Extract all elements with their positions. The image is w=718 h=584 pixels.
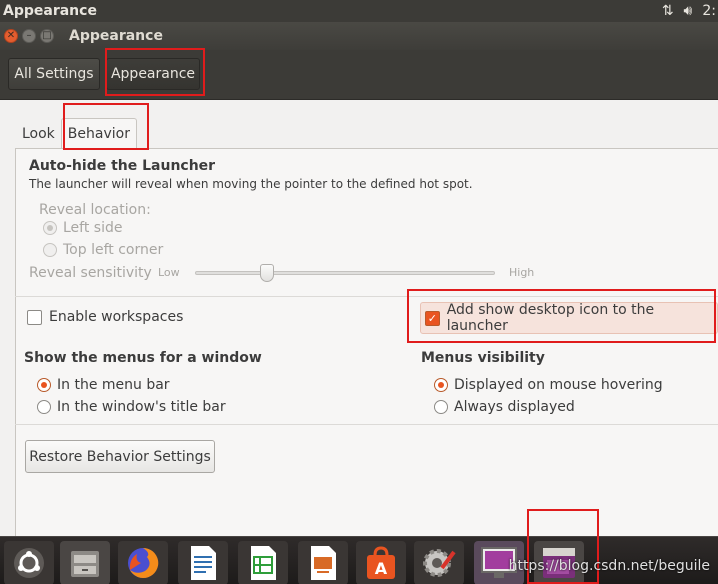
restore-behavior-button[interactable]: Restore Behavior Settings	[25, 440, 215, 473]
visibility-hovering-label: Displayed on mouse hovering	[454, 377, 663, 393]
visibility-always-label: Always displayed	[454, 399, 575, 415]
show-desktop-icon-option[interactable]: ✓ Add show desktop icon to the launcher	[420, 302, 718, 334]
firefox-icon[interactable]	[118, 541, 168, 584]
divider	[15, 424, 718, 425]
reveal-top-left-label: Top left corner	[63, 242, 164, 258]
sensitivity-high-label: High	[509, 266, 535, 279]
tab-bar: Look Behavior	[16, 118, 137, 148]
indicators: ⇅ 🔊︎ 2:	[662, 0, 718, 22]
top-panel-app-title: Appearance	[3, 3, 97, 19]
sensitivity-low-label: Low	[158, 266, 180, 279]
clock[interactable]: 2:	[702, 3, 716, 19]
reveal-top-left[interactable]: Top left corner	[43, 242, 163, 258]
ubuntu-dash-icon[interactable]	[4, 541, 54, 584]
divider	[15, 296, 718, 297]
all-settings-button[interactable]: All Settings	[8, 58, 100, 90]
enable-workspaces[interactable]: Enable workspaces	[27, 309, 183, 325]
menus-title-bar-label: In the window's title bar	[57, 399, 226, 415]
close-icon[interactable]: ✕	[4, 29, 18, 43]
watermark: https://blog.csdn.net/beguile	[508, 558, 710, 574]
impress-icon[interactable]	[298, 541, 348, 584]
tab-behavior[interactable]: Behavior	[60, 118, 137, 148]
network-icon[interactable]: ⇅	[662, 3, 674, 19]
autohide-description: The launcher will reveal when moving the…	[29, 177, 473, 191]
sensitivity-slider-handle[interactable]	[260, 264, 274, 282]
minimize-icon[interactable]: –	[22, 29, 36, 43]
visibility-always[interactable]: Always displayed	[434, 399, 575, 415]
radio-always[interactable]	[434, 400, 448, 414]
radio-top-left[interactable]	[43, 243, 57, 257]
system-settings-icon[interactable]	[414, 541, 464, 584]
maximize-icon[interactable]: □	[40, 29, 54, 43]
sensitivity-slider-track[interactable]	[195, 271, 495, 275]
menus-title: Show the menus for a window	[24, 350, 262, 366]
svg-text:A: A	[375, 559, 388, 578]
radio-left-side[interactable]	[43, 221, 57, 235]
reveal-left-side[interactable]: Left side	[43, 220, 122, 236]
radio-hovering[interactable]	[434, 378, 448, 392]
workspaces-label: Enable workspaces	[49, 309, 184, 325]
menus-in-title-bar[interactable]: In the window's title bar	[37, 399, 226, 415]
tab-look[interactable]: Look	[16, 120, 61, 148]
window-title: Appearance	[69, 28, 163, 44]
menus-menu-bar-label: In the menu bar	[57, 377, 170, 393]
toolbar: All Settings Appearance	[0, 50, 718, 100]
desktop-icon-label: Add show desktop icon to the launcher	[446, 302, 655, 334]
menus-in-menu-bar[interactable]: In the menu bar	[37, 377, 170, 393]
visibility-hovering[interactable]: Displayed on mouse hovering	[434, 377, 663, 393]
radio-title-bar[interactable]	[37, 400, 51, 414]
appearance-breadcrumb[interactable]: Appearance	[106, 58, 200, 90]
files-icon[interactable]	[60, 541, 110, 584]
sensitivity-label: Reveal sensitivity	[29, 265, 152, 281]
writer-icon[interactable]	[178, 541, 228, 584]
desktop-icon-checkbox[interactable]: ✓	[425, 310, 440, 326]
reveal-left-side-label: Left side	[63, 220, 123, 236]
workspaces-checkbox[interactable]	[27, 309, 42, 325]
autohide-title: Auto-hide the Launcher	[29, 158, 216, 174]
reveal-location-label: Reveal location:	[39, 202, 151, 218]
calc-icon[interactable]	[238, 541, 288, 584]
software-center-icon[interactable]: A	[356, 541, 406, 584]
volume-icon[interactable]: 🔊︎	[684, 3, 693, 19]
radio-menu-bar[interactable]	[37, 378, 51, 392]
visibility-title: Menus visibility	[421, 350, 545, 366]
top-panel: Appearance ⇅ 🔊︎ 2:	[0, 0, 718, 22]
window-titlebar: ✕ – □ Appearance	[0, 22, 718, 50]
